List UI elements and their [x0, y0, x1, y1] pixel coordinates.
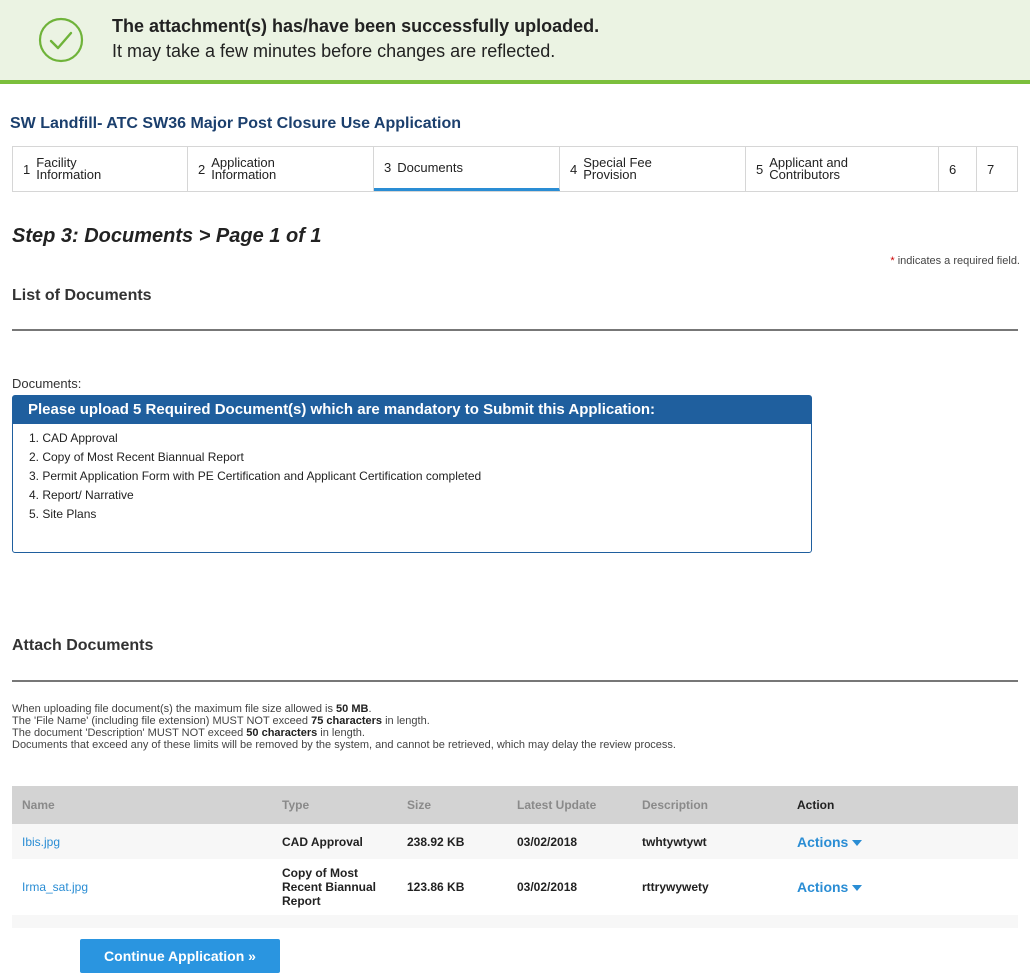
- required-field-note: * indicates a required field.: [890, 255, 1020, 267]
- actions-dropdown[interactable]: Actions: [797, 834, 863, 850]
- column-header-size[interactable]: Size: [397, 786, 507, 824]
- required-documents-list: 1. CAD Approval 2. Copy of Most Recent B…: [13, 424, 811, 524]
- list-item: 5. Site Plans: [29, 507, 97, 521]
- cell-type: CAD Approval: [272, 824, 397, 859]
- attach-documents-title: Attach Documents: [12, 637, 154, 654]
- table-row: Ibis.jpg CAD Approval 238.92 KB 03/02/20…: [12, 824, 1018, 859]
- list-item: 2. Copy of Most Recent Biannual Report: [29, 450, 244, 464]
- continue-application-button[interactable]: Continue Application »: [80, 939, 280, 973]
- step-number: 2: [198, 161, 206, 177]
- step-number: 6: [949, 161, 957, 177]
- file-link[interactable]: Irma_sat.jpg: [22, 880, 88, 894]
- step-label: Application Information: [211, 155, 277, 182]
- step-heading: Step 3: Documents > Page 1 of 1: [12, 225, 322, 247]
- cell-description: rttrywywety: [632, 859, 787, 915]
- step-6[interactable]: 6: [939, 147, 977, 191]
- step-5-applicant-contributors[interactable]: 5 Applicant and Contributors: [746, 147, 939, 191]
- step-label: Facility Information: [36, 155, 102, 182]
- step-number: 1: [23, 161, 31, 177]
- list-item: 1. CAD Approval: [29, 431, 118, 445]
- success-banner: The attachment(s) has/have been successf…: [0, 0, 1030, 84]
- cell-size: 238.92 KB: [397, 824, 507, 859]
- step-navigation: 1 Facility Information 2 Application Infor…: [12, 146, 1018, 192]
- table-row: Irma_sat.jpg Copy of Most Recent Biannual…: [12, 859, 1018, 915]
- divider: [12, 680, 1018, 682]
- cell-size: 123.86 KB: [397, 859, 507, 915]
- file-link[interactable]: Ibis.jpg: [22, 835, 60, 849]
- list-item: 3. Permit Application Form with PE Certi…: [29, 469, 482, 483]
- cell-description: twhtywtywt: [632, 824, 787, 859]
- step-2-application-information[interactable]: 2 Application Information: [188, 147, 374, 191]
- required-documents-header: Please upload 5 Required Document(s) whi…: [13, 396, 811, 424]
- caret-down-icon: [852, 885, 863, 892]
- banner-title: The attachment(s) has/have been successf…: [112, 16, 600, 36]
- table-header-row: Name Type Size Latest Update Description…: [12, 786, 1018, 824]
- column-header-name[interactable]: Name: [12, 786, 272, 824]
- step-number: 7: [987, 161, 995, 177]
- step-7[interactable]: 7: [977, 147, 1017, 191]
- caret-down-icon: [852, 839, 863, 846]
- list-item: 4. Report/ Narrative: [29, 488, 134, 502]
- list-documents-title: List of Documents: [12, 287, 152, 304]
- column-header-type[interactable]: Type: [272, 786, 397, 824]
- column-header-description[interactable]: Description: [632, 786, 787, 824]
- column-header-action: Action: [787, 786, 1018, 824]
- step-1-facility-information[interactable]: 1 Facility Information: [13, 147, 188, 191]
- cell-date: 03/02/2018: [507, 824, 632, 859]
- required-documents-box: Please upload 5 Required Document(s) whi…: [12, 395, 812, 553]
- step-label: Documents: [397, 159, 463, 175]
- step-number: 3: [384, 160, 392, 175]
- cell-date: 03/02/2018: [507, 859, 632, 915]
- step-3-documents[interactable]: 3 Documents: [374, 147, 560, 191]
- step-label: Special Fee Provision: [583, 155, 652, 182]
- documents-label: Documents:: [12, 376, 82, 391]
- cell-type: Copy of Most Recent Biannual Report: [272, 859, 397, 915]
- check-circle-icon: [38, 17, 84, 63]
- banner-subtitle: It may take a few minutes before changes…: [112, 41, 556, 61]
- documents-table: Name Type Size Latest Update Description…: [12, 786, 1018, 945]
- step-4-special-fee-provision[interactable]: 4 Special Fee Provision: [560, 147, 746, 191]
- application-title: SW Landfill- ATC SW36 Major Post Closure…: [10, 115, 461, 132]
- step-number: 5: [756, 161, 764, 177]
- column-header-latest-update[interactable]: Latest Update: [507, 786, 632, 824]
- actions-dropdown[interactable]: Actions: [797, 879, 863, 895]
- divider: [12, 329, 1018, 331]
- step-label: Applicant and Contributors: [769, 155, 849, 182]
- step-number: 4: [570, 161, 578, 177]
- upload-rules: When uploading file document(s) the maxi…: [12, 703, 676, 751]
